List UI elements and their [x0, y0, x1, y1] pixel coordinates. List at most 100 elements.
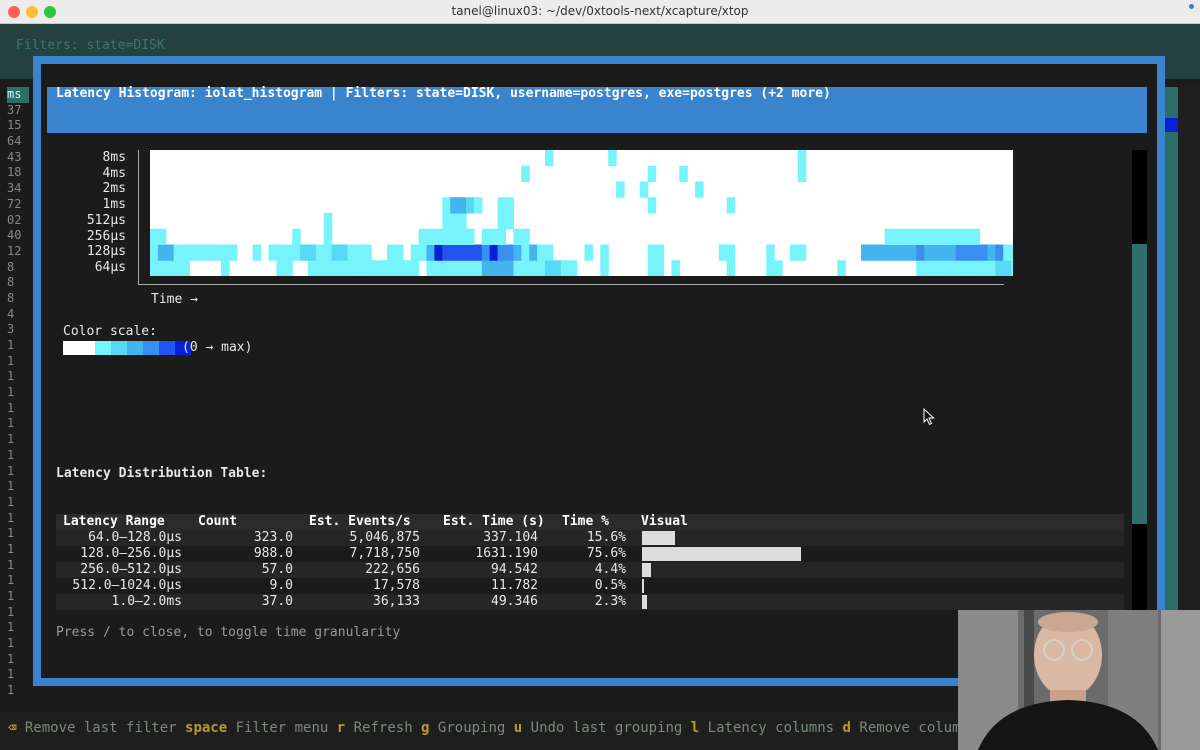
background-cell: 1 — [7, 494, 15, 509]
table-cell-events: 36,133 — [373, 594, 420, 609]
heatmap-cell — [434, 228, 443, 245]
heatmap-cell — [861, 244, 870, 261]
heatmap-cell — [537, 244, 546, 261]
key-hint-label: Refresh — [345, 720, 422, 736]
heatmap-cell — [545, 150, 554, 167]
heatmap-cell — [884, 228, 894, 245]
table-row: 512.0–1024.0µs 9.0 17,578 11.782 0.5% — [56, 578, 1124, 594]
heatmap-cell — [979, 260, 988, 276]
col-header-time: Est. Time (s) — [443, 514, 545, 529]
footer-hint: Press / to close, to toggle time granula… — [56, 625, 401, 640]
heatmap-cell — [505, 197, 514, 214]
col-header-count: Count — [198, 514, 238, 529]
heatmap-cell — [892, 244, 902, 261]
heatmap-cell — [189, 244, 198, 261]
heatmap-cell — [363, 244, 372, 261]
heatmap-cell — [955, 244, 965, 261]
key-hint-key: r — [336, 720, 346, 736]
heatmap-cell — [600, 244, 609, 261]
background-cell: 1 — [7, 557, 15, 572]
heatmap-cell — [987, 244, 996, 261]
heatmap-cell — [173, 244, 183, 261]
heatmap-cell — [276, 244, 285, 261]
heatmap-cell — [497, 260, 507, 276]
heatmap-cell — [489, 260, 499, 276]
heatmap-cell — [434, 244, 443, 261]
table-cell-visual-bar — [642, 595, 647, 609]
table-cell-count: 57.0 — [261, 562, 293, 577]
heatmap-cell — [339, 244, 349, 261]
heatmap-cell — [371, 260, 380, 276]
heatmap-cell — [940, 244, 949, 261]
webcam-video — [958, 610, 1200, 750]
heatmap-cell — [323, 228, 333, 245]
table-cell-time: 1631.190 — [475, 546, 538, 561]
heatmap-cell — [292, 228, 301, 245]
heatmap-y-tick: 64µs — [94, 259, 126, 275]
heatmap-cell — [466, 228, 475, 245]
heatmap-cell — [884, 244, 894, 261]
color-scale-swatch — [95, 341, 111, 355]
heatmap-cell — [394, 260, 404, 276]
heatmap-cell — [394, 244, 404, 261]
heatmap-cell — [497, 197, 507, 214]
background-cell: 1 — [7, 400, 15, 415]
background-cell: 1 — [7, 667, 15, 682]
distribution-table-title: Latency Distribution Table: — [56, 466, 268, 481]
window-titlebar: tanel@linux03: ~/dev/0xtools-next/xcaptu… — [0, 0, 1200, 24]
heatmap-x-label: Time → — [151, 292, 198, 307]
table-cell-time: 11.782 — [491, 578, 538, 593]
heatmap-cell — [947, 260, 957, 276]
table-cell-range: 1.0–2.0ms — [111, 594, 182, 609]
heatmap-cell — [418, 244, 428, 261]
table-cell-visual-bar — [642, 531, 675, 545]
modal-scrollbar-thumb[interactable] — [1132, 244, 1147, 524]
table-cell-pct: 75.6% — [586, 546, 626, 561]
heatmap-cell — [221, 244, 230, 261]
heatmap-cell — [473, 260, 483, 276]
heatmap-cell — [442, 213, 451, 230]
heatmap-cell — [600, 260, 609, 276]
heatmap-y-tick: 4ms — [102, 165, 126, 181]
heatmap-cell — [426, 260, 435, 276]
latency-distribution-table: Latency Range Count Est. Events/s Est. T… — [56, 514, 1124, 610]
key-hint-label: Filter menu — [227, 720, 337, 736]
heatmap-cell — [924, 228, 933, 245]
heatmap-cell — [347, 244, 356, 261]
heatmap-cell — [940, 260, 949, 276]
heatmap-cell — [481, 228, 491, 245]
table-cell-time: 337.104 — [483, 530, 538, 545]
col-header-time-pct: Time % — [562, 514, 609, 529]
heatmap-cell — [481, 244, 491, 261]
heatmap-cell — [450, 244, 459, 261]
heatmap-cell — [521, 260, 530, 276]
color-scale-label: Color scale: — [63, 324, 157, 339]
background-cell: 4 — [7, 306, 15, 321]
heatmap-cell — [489, 244, 499, 261]
key-hint-label: Remove column — [850, 720, 969, 736]
background-cell: 8 — [7, 275, 15, 290]
heatmap-cell — [473, 244, 483, 261]
background-cell: 1 — [7, 353, 15, 368]
heatmap-cell — [410, 244, 420, 261]
heatmap-cell — [789, 244, 799, 261]
heatmap-cell — [726, 244, 736, 261]
background-cell: 1 — [7, 573, 15, 588]
heatmap-y-tick: 2ms — [102, 181, 126, 197]
heatmap-cell — [458, 213, 467, 230]
heatmap-cell — [450, 260, 459, 276]
background-cell: 8 — [7, 290, 15, 305]
heatmap-cell — [545, 260, 554, 276]
table-cell-visual-bar — [642, 563, 652, 577]
heatmap-cell — [545, 244, 554, 261]
heatmap-cell — [655, 244, 665, 261]
table-row: 64.0–128.0µs 323.0 5,046,875 337.104 15.6% — [56, 530, 1124, 546]
heatmap-cell — [308, 244, 317, 261]
col-header-visual: Visual — [641, 514, 688, 529]
heatmap-cell — [766, 244, 775, 261]
heatmap-y-tick: 128µs — [86, 244, 126, 260]
heatmap-cell — [774, 260, 783, 276]
background-cell: 37 — [7, 102, 22, 117]
key-hint-label: Grouping — [429, 720, 514, 736]
heatmap-cell — [213, 244, 222, 261]
